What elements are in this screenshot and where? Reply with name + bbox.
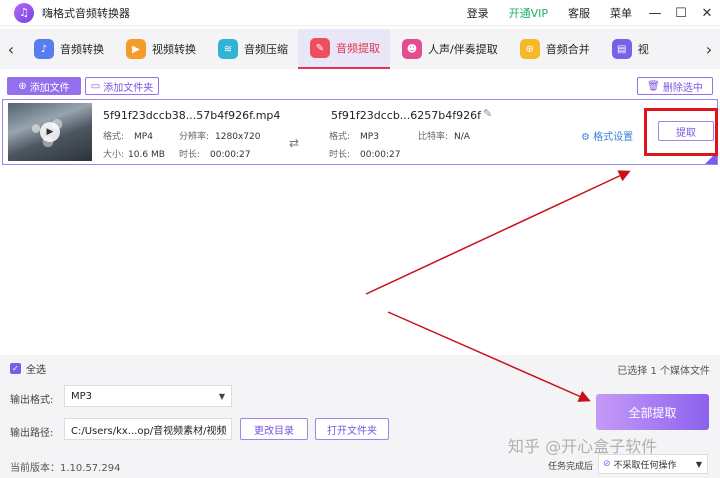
checkbox-checked-icon: ✓ [10,363,21,374]
after-task-label: 任务完成后 [548,462,594,472]
source-resolution: 分辨率: 1280x720 [179,132,261,142]
login-link[interactable]: 登录 [467,5,489,21]
tab-audio-compress[interactable]: ≋ 音频压缩 [206,29,298,69]
output-bitrate: 比特率: N/A [418,132,470,142]
support-link[interactable]: 客服 [568,5,590,21]
select-all-label: 全选 [26,365,46,376]
arrow-to-extract [365,170,631,295]
format-settings-link[interactable]: ⚙ 格式设置 [581,128,633,143]
maximize-icon[interactable]: ☐ [668,0,694,26]
tab-label: 人声/伴奏提取 [428,43,498,56]
source-duration: 时长: 00:00:27 [179,150,251,160]
change-directory-button[interactable]: 更改目录 [240,418,308,440]
tab-audio-merge[interactable]: ⊕ 音频合并 [508,29,600,69]
output-duration: 时长: 00:00:27 [329,150,401,160]
output-format-select[interactable]: MP3 ▼ [64,385,232,407]
tab-scroll-left-icon[interactable]: ‹ [0,29,22,69]
trash-icon: 🗑 [647,80,660,92]
audio-extract-icon: ✎ [310,38,330,58]
vocal-extract-icon: ☻ [402,39,422,59]
tab-scroll-right-icon[interactable]: › [698,29,720,69]
tab-label: 音频提取 [336,42,380,55]
folder-icon: ▭ [90,80,101,92]
caret-down-icon: ▼ [218,392,225,401]
menu-link[interactable]: 菜单 [610,5,632,21]
tab-video[interactable]: ▤ 视 [600,29,659,69]
output-format: 格式: MP3 [329,132,379,142]
watermark-text: 知乎 @开心盒子软件 [508,437,658,456]
add-folder-button[interactable]: ▭ 添加文件夹 [85,77,159,95]
audio-compress-icon: ≋ [218,39,238,59]
delete-selected-button[interactable]: 🗑 删除选中 [637,77,713,95]
app-title: 嗨格式音频转换器 [42,6,130,20]
source-file-name: 5f91f23dccb38...57b4f926f.mp4 [103,109,281,122]
source-size: 大小: 10.6 MB [103,150,165,160]
tab-label: 音频合并 [545,43,590,56]
tab-label: 视频转换 [152,43,196,56]
file-row[interactable]: ▶ 5f91f23dccb38...57b4f926f.mp4 格式: MP4 分… [2,99,718,165]
select-all-checkbox[interactable]: ✓ 全选 [10,361,46,376]
feature-tab-bar: ‹ ♪ 音频转换 ▶ 视频转换 ≋ 音频压缩 ✎ 音频提取 ☻ 人声/伴奏提取 … [0,29,720,69]
vip-link[interactable]: 开通VIP [509,5,548,21]
output-path-input[interactable]: C:/Users/kx...op/音视频素材/视频 [64,418,232,440]
video-convert-icon: ▶ [126,39,146,59]
tab-audio-extract[interactable]: ✎ 音频提取 [298,29,390,69]
tab-audio-convert[interactable]: ♪ 音频转换 [22,29,114,69]
plus-icon: ⊕ [18,80,27,92]
highlight-extract-button [644,108,718,156]
extract-all-button[interactable]: 全部提取 [596,394,709,430]
settings-gear-icon: ⚙ [581,132,594,143]
video-icon: ▤ [611,39,632,59]
app-logo-icon: ♫ [14,2,34,23]
after-task-select[interactable]: ⊘ 不采取任何操作 ▼ [598,454,708,474]
audio-convert-icon: ♪ [34,39,54,59]
delete-selected-label: 删除选中 [662,82,703,94]
tab-vocal-extract[interactable]: ☻ 人声/伴奏提取 [390,29,508,69]
output-format-label: 输出格式: [10,395,54,406]
title-actions: 登录 开通VIP 客服 菜单 — ☐ ✕ [457,0,720,26]
selected-count: 已选择 1 个媒体文件 [617,366,710,377]
source-format: 格式: MP4 [103,132,153,142]
audio-merge-icon: ⊕ [519,39,540,59]
open-folder-button[interactable]: 打开文件夹 [315,418,389,440]
video-thumbnail[interactable]: ▶ [8,103,92,161]
minimize-icon[interactable]: — [642,0,668,26]
output-path-label: 输出路径: [10,428,54,439]
add-file-button[interactable]: ⊕ 添加文件 [7,77,81,95]
title-bar: ♫ 嗨格式音频转换器 登录 开通VIP 客服 菜单 — ☐ ✕ [0,0,720,26]
no-action-icon: ⊘ [603,459,611,469]
add-file-label: 添加文件 [29,82,70,94]
edit-icon[interactable]: ✎ [483,107,492,120]
output-format-value: MP3 [71,390,93,402]
close-icon[interactable]: ✕ [694,0,720,26]
tab-label: 视 [637,43,649,56]
caret-down-icon: ▼ [695,460,702,469]
tab-video-convert[interactable]: ▶ 视频转换 [114,29,206,69]
after-task-value: 不采取任何操作 [613,460,677,471]
tab-label: 音频转换 [60,43,104,56]
shuffle-icon: ⇄ [289,136,300,150]
add-folder-label: 添加文件夹 [103,82,154,94]
version-text: 当前版本：1.10.57.294 [10,463,121,474]
output-file-name: 5f91f23dccb...6257b4f926f [331,109,482,122]
tab-label: 音频压缩 [244,43,288,56]
play-icon[interactable]: ▶ [40,122,60,142]
file-toolbar: ⊕ 添加文件 ▭ 添加文件夹 🗑 删除选中 [0,75,720,97]
